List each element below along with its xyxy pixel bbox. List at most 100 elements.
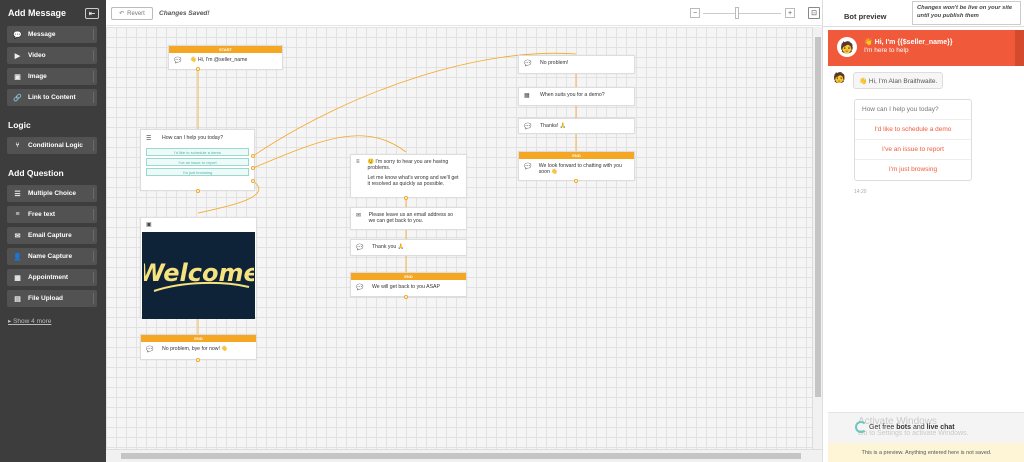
banner-close-button[interactable] xyxy=(1015,30,1024,66)
connector-dot[interactable] xyxy=(196,67,200,71)
connector-dot[interactable] xyxy=(404,196,408,200)
zoom-out-button[interactable]: − xyxy=(690,8,700,18)
sidebar-item-name-capture[interactable]: 👤 Name Capture xyxy=(7,248,97,265)
sidebar-item-link-to-content[interactable]: 🔗 Link to Content xyxy=(7,89,97,106)
envelope-icon: ✉ xyxy=(14,232,21,240)
choice-option[interactable]: I've an issue to report xyxy=(146,158,249,166)
choice-option[interactable]: I'd like to schedule a demo xyxy=(146,148,249,156)
bot-greeting-message: 👋 Hi, I'm Alan Braithwaite. xyxy=(853,72,944,89)
connector-dot[interactable] xyxy=(404,295,408,299)
node-content: ≡ 😟 I'm sorry to hear you are having pro… xyxy=(351,155,466,191)
free-bots-link[interactable]: Get free bots and live chat xyxy=(869,424,955,431)
node-content: 💬 No problem, bye for now! 👋 xyxy=(141,342,256,357)
canvas-vertical-scrollbar[interactable] xyxy=(812,27,822,449)
image-icon: ▣ xyxy=(14,73,21,81)
node-text: When suits you for a demo? xyxy=(540,92,605,98)
node-text: We look forward to chatting with you soo… xyxy=(538,163,622,175)
add-question-title: Add Question xyxy=(8,168,64,178)
node-text: We will get back to you ASAP xyxy=(372,284,440,290)
image-icon: ▣ xyxy=(146,222,152,228)
connector-dot[interactable] xyxy=(251,179,255,183)
add-message-title: Add Message xyxy=(8,8,67,18)
link-icon: 🔗 xyxy=(13,94,22,102)
node-content: 💬 No problem! xyxy=(519,56,634,71)
connector-dot[interactable] xyxy=(251,154,255,158)
sidebar-item-message[interactable]: 💬 Message xyxy=(7,26,97,43)
no-problem-node[interactable]: 💬 No problem! xyxy=(518,55,635,74)
sidebar: Add Message ⇤ 💬 Message ▶ Video ▣ Image 🔗 Li… xyxy=(0,0,106,462)
zoom-in-button[interactable]: + xyxy=(785,8,795,18)
node-content: 💬 Thank you 🙏 xyxy=(351,240,466,255)
connector-dot[interactable] xyxy=(251,166,255,170)
chat-icon: 💬 xyxy=(13,31,22,39)
choice-option[interactable]: I'm just browsing xyxy=(146,168,249,176)
image-node[interactable]: ▣ Welcome xyxy=(140,217,257,319)
connector-dot[interactable] xyxy=(196,358,200,362)
sidebar-item-conditional-logic[interactable]: ⑂ Conditional Logic xyxy=(7,137,97,154)
node-label-start: START xyxy=(169,46,282,53)
sidebar-item-file-upload[interactable]: ▤ File Upload xyxy=(7,290,97,307)
end-node-middle[interactable]: END 💬 We will get back to you ASAP xyxy=(350,272,467,297)
user-icon: 👤 xyxy=(13,253,22,261)
free-bots-prefix: Get free xyxy=(869,424,897,431)
banner-subtitle: I'm here to help xyxy=(864,47,909,54)
text-icon: ≡ xyxy=(356,159,360,165)
sidebar-item-label: Video xyxy=(28,52,46,59)
node-text: 👋 Hi, I'm @seller_name xyxy=(190,57,248,63)
end-node-left[interactable]: END 💬 No problem, bye for now! 👋 xyxy=(140,334,257,360)
preview-option-issue[interactable]: I've an issue to report xyxy=(855,140,971,160)
show-more-link[interactable]: ▸ Show 4 more xyxy=(0,311,106,331)
save-status: Changes Saved! xyxy=(159,10,210,17)
banner-greeting: 👋 Hi, I'm {{$seller_name}} xyxy=(864,39,953,46)
preview-option-demo[interactable]: I'd like to schedule a demo xyxy=(855,120,971,140)
list-icon: ☰ xyxy=(14,190,21,198)
node-content: ☰ How can I help you today? xyxy=(141,130,254,146)
node-content: 💬 We look forward to chatting with you so… xyxy=(519,159,634,179)
sorry-message-node[interactable]: ≡ 😟 I'm sorry to hear you are having pro… xyxy=(350,154,467,198)
sidebar-item-label: Free text xyxy=(28,211,56,218)
preview-footer-notice: This is a preview. Anything entered here… xyxy=(828,443,1024,462)
sidebar-item-video[interactable]: ▶ Video xyxy=(7,47,97,64)
start-node[interactable]: START 💬 👋 Hi, I'm @seller_name xyxy=(168,45,283,70)
appointment-node[interactable]: ▦ When suits you for a demo? xyxy=(518,87,635,106)
collapse-sidebar-button[interactable]: ⇤ xyxy=(85,7,99,19)
collapse-icon: ⇤ xyxy=(88,8,96,18)
canvas-horizontal-scrollbar[interactable] xyxy=(106,449,822,462)
node-text: Thank you 🙏 xyxy=(372,244,405,250)
node-text: 😟 I'm sorry to hear you are having probl… xyxy=(367,159,449,171)
node-label-end: END xyxy=(141,335,256,342)
zoom-slider-track[interactable] xyxy=(703,13,781,14)
revert-button[interactable]: ↶ Revert xyxy=(111,7,153,20)
connector-dot[interactable] xyxy=(196,189,200,193)
sidebar-item-multiple-choice[interactable]: ☰ Multiple Choice xyxy=(7,185,97,202)
preview-option-browsing[interactable]: I'm just browsing xyxy=(855,160,971,180)
free-bots-live-chat: live chat xyxy=(926,424,955,431)
fit-to-screen-button[interactable]: ⊡ xyxy=(808,7,820,19)
zoom-slider-handle[interactable] xyxy=(735,7,739,19)
sidebar-item-email-capture[interactable]: ✉ Email Capture xyxy=(7,227,97,244)
sidebar-item-appointment[interactable]: ▦ Appointment xyxy=(7,269,97,286)
branch-icon: ⑂ xyxy=(15,142,20,149)
preview-title: Bot preview xyxy=(844,12,887,21)
email-capture-node[interactable]: ✉ Please leave us an email address so we … xyxy=(350,207,467,230)
thank-you-node[interactable]: 💬 Thank you 🙏 xyxy=(350,239,467,256)
thanks-node[interactable]: 💬 Thanks! 🙏 xyxy=(518,118,635,134)
scrollbar-thumb[interactable] xyxy=(121,453,801,459)
node-content: ▣ xyxy=(141,218,256,228)
connector-dot[interactable] xyxy=(574,179,578,183)
end-node-right[interactable]: END 💬 We look forward to chatting with yo… xyxy=(518,151,635,181)
sidebar-item-image[interactable]: ▣ Image xyxy=(7,68,97,85)
chat-icon: 💬 xyxy=(146,347,154,353)
logic-title: Logic xyxy=(8,120,31,130)
multiple-choice-node[interactable]: ☰ How can I help you today? I'd like to s… xyxy=(140,129,255,191)
scrollbar-thumb[interactable] xyxy=(815,37,821,397)
preview-question: How can I help you today? xyxy=(855,100,971,120)
bot-preview-panel: Bot preview Changes won't be live on you… xyxy=(822,0,1024,462)
preview-choice-card: How can I help you today? I'd like to sc… xyxy=(854,99,972,181)
sidebar-item-label: Link to Content xyxy=(28,94,76,101)
publish-notice: Changes won't be live on your site until… xyxy=(912,1,1021,25)
sidebar-item-free-text[interactable]: ≡ Free text xyxy=(7,206,97,223)
node-text: Thanks! 🙏 xyxy=(540,123,567,129)
flow-canvas[interactable]: START 💬 👋 Hi, I'm @seller_name ☰ How can I… xyxy=(106,27,812,449)
show-more-label: Show 4 more xyxy=(13,318,52,325)
